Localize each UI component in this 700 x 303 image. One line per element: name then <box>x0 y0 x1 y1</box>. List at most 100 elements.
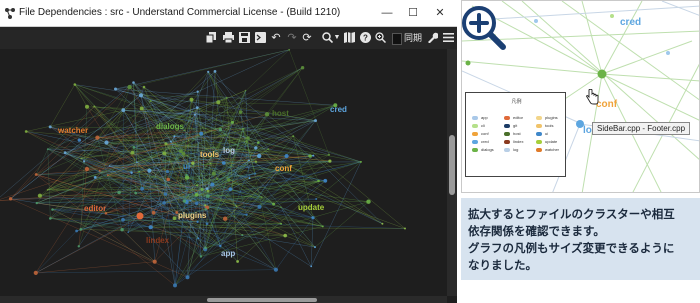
refresh-icon[interactable]: ⟳ <box>301 30 313 46</box>
graph-node[interactable] <box>272 202 276 206</box>
graph-node[interactable] <box>37 193 43 198</box>
graph-node[interactable] <box>84 166 90 172</box>
graph-node[interactable] <box>34 173 38 176</box>
graph-node[interactable] <box>165 170 169 174</box>
zoom-icon[interactable] <box>375 32 386 43</box>
graph-node[interactable] <box>130 171 133 174</box>
cluster-label-log[interactable]: log <box>223 146 235 155</box>
search-icon[interactable] <box>322 32 333 43</box>
graph-node[interactable] <box>46 148 49 150</box>
graph-node[interactable] <box>267 148 270 151</box>
graph-node[interactable] <box>218 127 223 132</box>
graph-node[interactable] <box>280 222 283 225</box>
undo-icon[interactable]: ↶ <box>270 30 282 46</box>
graph-node[interactable] <box>80 157 82 160</box>
graph-node[interactable] <box>93 105 96 108</box>
graph-node[interactable] <box>132 145 136 149</box>
graph-node[interactable] <box>185 173 188 177</box>
graph-node[interactable] <box>83 160 86 163</box>
graph-node[interactable] <box>257 153 262 159</box>
graph-node[interactable] <box>185 275 190 280</box>
graph-node[interactable] <box>183 129 186 132</box>
graph-node[interactable] <box>93 176 97 179</box>
graph-node[interactable] <box>162 201 166 205</box>
sync-checkbox[interactable] <box>392 33 402 45</box>
graph-node[interactable] <box>85 104 89 109</box>
minimize-button[interactable]: — <box>375 4 399 22</box>
graph-node[interactable] <box>238 110 243 114</box>
maximize-button[interactable]: ☐ <box>401 4 425 22</box>
graph-node[interactable] <box>194 113 196 116</box>
graph-node[interactable] <box>181 151 186 156</box>
graph-node[interactable] <box>230 120 235 124</box>
graph-node[interactable] <box>162 151 167 156</box>
graph-node[interactable] <box>130 150 135 155</box>
graph-node[interactable] <box>206 189 210 193</box>
graph-node[interactable] <box>213 70 217 73</box>
cluster-label-dialogs[interactable]: dialogs <box>156 122 185 131</box>
graph-node[interactable] <box>134 191 138 195</box>
cluster-label-update[interactable]: update <box>298 203 325 212</box>
graph-node[interactable] <box>173 283 177 288</box>
graph-node[interactable] <box>200 187 204 191</box>
graph-node[interactable] <box>138 93 144 98</box>
graph-node[interactable] <box>173 135 176 138</box>
graph-node[interactable] <box>197 237 200 240</box>
graph-node[interactable] <box>48 125 52 129</box>
graph-node[interactable] <box>312 154 315 157</box>
graph-node[interactable] <box>597 69 607 79</box>
cluster-label-app[interactable]: app <box>221 249 235 258</box>
graph-node[interactable] <box>151 210 156 215</box>
graph-node[interactable] <box>223 216 228 221</box>
graph-node[interactable] <box>227 178 231 182</box>
graph-node[interactable] <box>257 141 260 144</box>
graph-node[interactable] <box>235 205 238 208</box>
graph-node[interactable] <box>219 244 222 248</box>
cluster-label-watcher[interactable]: watcher <box>57 126 88 135</box>
graph-node[interactable] <box>314 246 316 249</box>
graph-node[interactable] <box>323 178 328 183</box>
graph-node[interactable] <box>311 216 315 220</box>
graph-node[interactable] <box>114 87 117 91</box>
close-button[interactable]: ✕ <box>428 4 452 22</box>
cluster-label-lindex[interactable]: lindex <box>146 236 170 245</box>
graph-node[interactable] <box>46 189 49 191</box>
graph-node[interactable] <box>205 187 209 190</box>
map-icon[interactable] <box>344 32 355 43</box>
graph-node[interactable] <box>194 192 199 197</box>
save-icon[interactable] <box>239 32 250 43</box>
graph-node[interactable] <box>147 168 152 173</box>
graph-node[interactable] <box>228 187 233 192</box>
graph-node[interactable] <box>310 265 313 268</box>
graph-node[interactable] <box>172 216 177 221</box>
graph-node[interactable] <box>254 172 257 175</box>
graph-node[interactable] <box>315 198 318 200</box>
graph-node[interactable] <box>95 135 100 140</box>
graph-node[interactable] <box>199 255 203 258</box>
graph-node[interactable] <box>327 153 331 156</box>
vertical-scroll-thumb[interactable] <box>449 135 455 195</box>
cluster-label-editor[interactable]: editor <box>84 204 106 213</box>
cluster-label-host[interactable]: host <box>272 109 289 118</box>
graph-node[interactable] <box>254 146 258 150</box>
graph-node[interactable] <box>359 160 362 163</box>
graph-node[interactable] <box>246 136 250 140</box>
graph-node[interactable] <box>142 85 146 89</box>
redo-icon[interactable]: ↷ <box>286 30 298 46</box>
legend-panel[interactable]: 凡例 app cli conf cred dialogs editor git host lin… <box>465 92 566 177</box>
graph-node[interactable] <box>210 182 215 187</box>
graph-node[interactable] <box>138 170 141 173</box>
graph-node[interactable] <box>79 228 83 231</box>
print-icon[interactable] <box>223 32 234 43</box>
graph-node[interactable] <box>24 130 28 133</box>
graph-node[interactable] <box>314 119 317 123</box>
graph-node[interactable] <box>139 106 144 111</box>
graph-node[interactable] <box>183 200 186 202</box>
graph-node[interactable] <box>164 142 168 146</box>
graph-node[interactable] <box>321 225 324 228</box>
graph-node[interactable] <box>221 161 226 165</box>
graph-node[interactable] <box>8 197 13 201</box>
graph-node[interactable] <box>280 206 282 208</box>
graph-node[interactable] <box>264 112 270 117</box>
graph-node[interactable] <box>127 84 132 90</box>
